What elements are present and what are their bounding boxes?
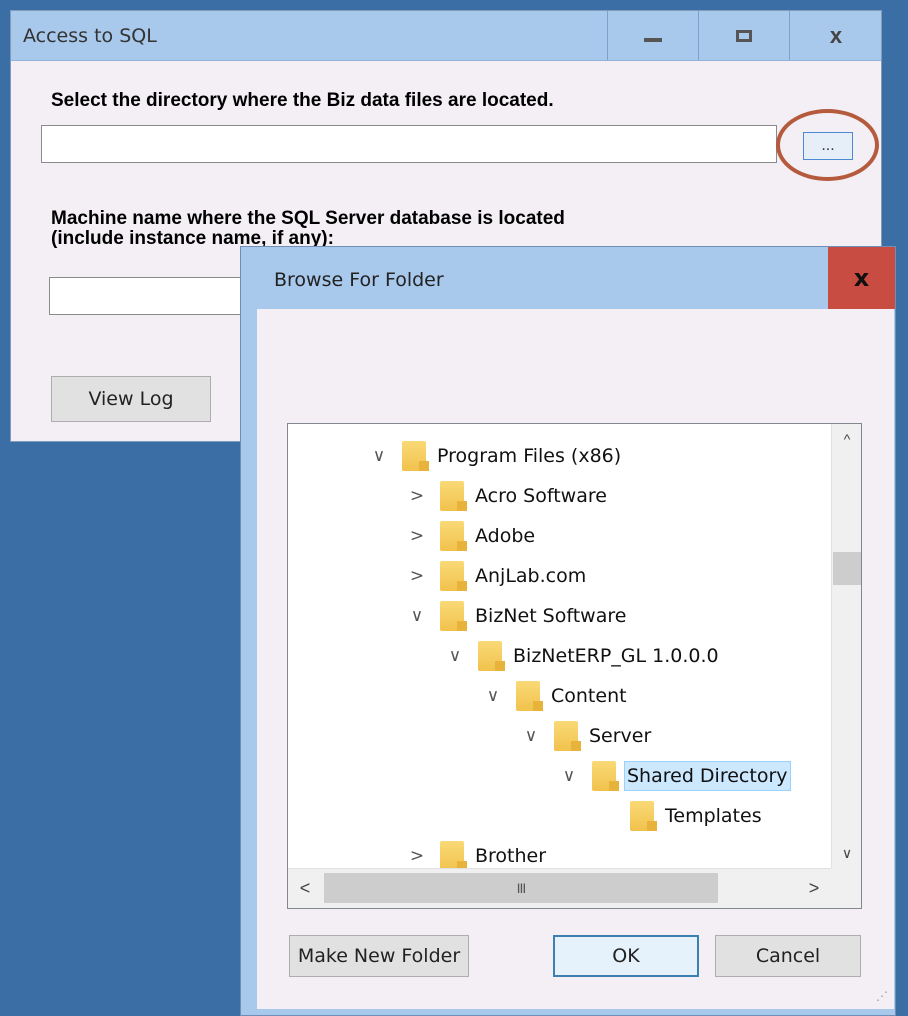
view-log-button[interactable]: View Log [51, 376, 211, 422]
dialog-body: ∨ Program Files (x86) > Acro Software > Adobe… [257, 309, 894, 1009]
close-button[interactable]: x [789, 11, 882, 60]
machine-name-label: Machine name where the SQL Server databa… [51, 209, 565, 249]
tree-item-label: Server [589, 725, 652, 747]
highlight-circle-annotation [776, 109, 879, 181]
scroll-down-icon[interactable]: ∨ [832, 838, 861, 868]
tree-item[interactable]: Templates [596, 796, 765, 836]
tree-item-label: BizNet Software [475, 605, 627, 627]
collapse-chevron-icon[interactable]: ∨ [558, 766, 580, 786]
tree-item[interactable]: ∨ Server [520, 716, 654, 756]
folder-icon [630, 801, 657, 831]
cancel-button[interactable]: Cancel [715, 935, 861, 977]
tree-item-label: Adobe [475, 525, 536, 547]
minimize-button[interactable] [607, 11, 698, 60]
window-title: Access to SQL [23, 25, 157, 47]
tree-item[interactable]: ∨ BizNetERP_GL 1.0.0.0 [444, 636, 722, 676]
collapse-chevron-icon[interactable]: ∨ [406, 606, 428, 626]
dialog-close-button[interactable]: x [828, 247, 895, 309]
resize-grip-icon[interactable]: ⋰ [876, 989, 888, 1003]
expand-chevron-icon[interactable]: > [406, 846, 428, 866]
expand-chevron-icon[interactable]: > [406, 566, 428, 586]
tree-item[interactable]: ∨ Content [482, 676, 630, 716]
folder-icon [516, 681, 543, 711]
machine-name-label-line1: Machine name where the SQL Server databa… [51, 208, 565, 229]
folder-icon [440, 481, 467, 511]
vertical-scroll-thumb[interactable] [833, 552, 861, 585]
scroll-right-icon[interactable]: > [797, 869, 831, 907]
collapse-chevron-icon[interactable]: ∨ [444, 646, 466, 666]
collapse-chevron-icon[interactable]: ∨ [368, 446, 390, 466]
scroll-corner [831, 868, 861, 908]
tree-item-label: AnjLab.com [475, 565, 587, 587]
vertical-scrollbar[interactable]: ^ ∨ [831, 424, 861, 868]
maximize-button[interactable] [698, 11, 789, 60]
scroll-up-icon[interactable]: ^ [832, 424, 861, 454]
collapse-chevron-icon[interactable]: ∨ [520, 726, 542, 746]
horizontal-scroll-thumb[interactable]: III [324, 873, 718, 903]
tree-item[interactable]: > AnjLab.com [406, 556, 589, 596]
folder-icon [440, 841, 467, 871]
directory-label: Select the directory where the Biz data … [51, 90, 554, 111]
tree-item[interactable]: ∨ BizNet Software [406, 596, 629, 636]
folder-icon [592, 761, 619, 791]
tree-item-label: Shared Directory [624, 761, 791, 791]
maximize-icon [736, 29, 752, 42]
folder-icon [478, 641, 505, 671]
tree-item[interactable]: ∨ Shared Directory [558, 756, 791, 796]
scroll-left-icon[interactable]: < [288, 869, 322, 907]
expand-chevron-icon[interactable]: > [406, 486, 428, 506]
folder-icon [440, 561, 467, 591]
folder-icon [402, 441, 429, 471]
tree-item-label: Acro Software [475, 485, 607, 507]
horizontal-scrollbar[interactable]: < III > [288, 868, 831, 908]
tree-item-label: Program Files (x86) [437, 445, 622, 467]
folder-icon [440, 521, 467, 551]
folder-tree[interactable]: ∨ Program Files (x86) > Acro Software > Adobe… [287, 423, 862, 909]
expand-chevron-icon[interactable]: > [406, 526, 428, 546]
minimize-icon [644, 37, 662, 42]
tree-item-label: BizNetERP_GL 1.0.0.0 [513, 645, 719, 667]
tree-item[interactable]: > Adobe [406, 516, 538, 556]
dialog-title: Browse For Folder [274, 269, 444, 291]
machine-name-input[interactable] [49, 277, 259, 315]
collapse-chevron-icon[interactable]: ∨ [482, 686, 504, 706]
tree-item-label: Brother [475, 845, 547, 867]
browse-for-folder-dialog: Browse For Folder x ∨ Program Files (x86)… [240, 246, 896, 1016]
folder-icon [440, 601, 467, 631]
ok-button[interactable]: OK [553, 935, 699, 977]
folder-icon [554, 721, 581, 751]
main-titlebar[interactable]: Access to SQL x [11, 11, 881, 61]
make-new-folder-button[interactable]: Make New Folder [289, 935, 469, 977]
tree-item[interactable]: > Acro Software [406, 476, 610, 516]
tree-item-label: Templates [665, 805, 762, 827]
tree-item[interactable]: ∨ Program Files (x86) [368, 436, 624, 476]
directory-input[interactable] [41, 125, 777, 163]
tree-item-label: Content [551, 685, 627, 707]
